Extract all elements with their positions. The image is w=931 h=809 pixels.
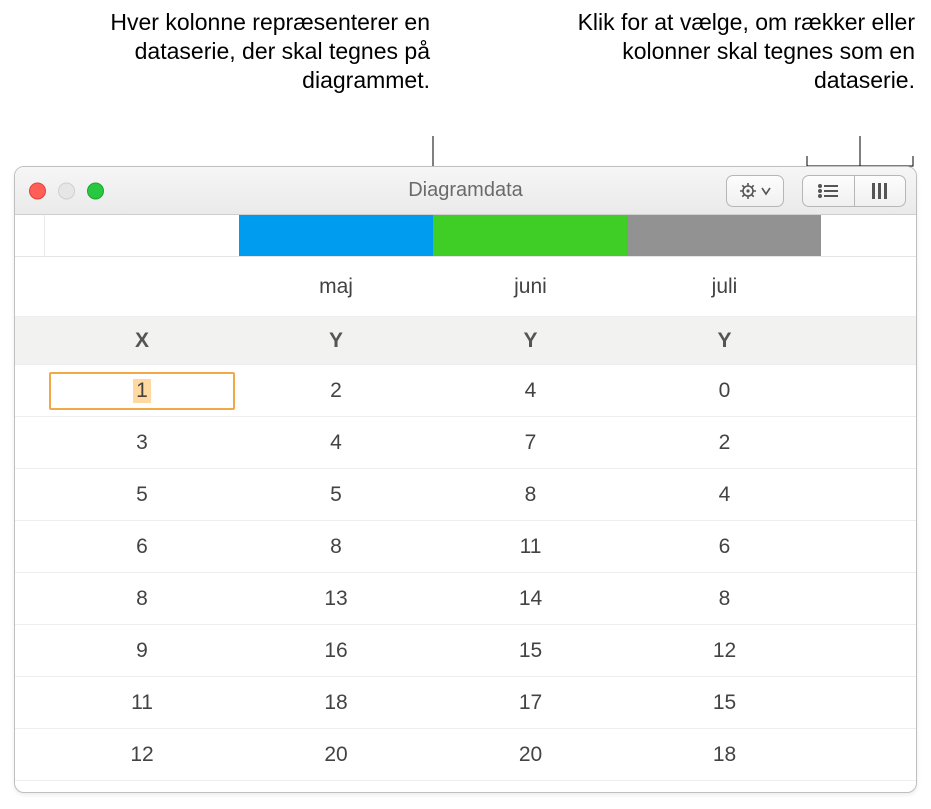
data-cell[interactable]: 12 bbox=[45, 743, 239, 767]
data-cell[interactable]: 4 bbox=[628, 483, 821, 507]
table-row: 11 18 17 15 bbox=[15, 677, 916, 729]
series-color-maj[interactable] bbox=[239, 215, 433, 256]
zoom-icon[interactable] bbox=[87, 182, 104, 199]
callout-row-col-toggle: Klik for at vælge, om rækker eller kolon… bbox=[535, 8, 915, 94]
data-rows: 1 2 4 0 3 4 7 2 5 5 8 4 6 8 11 bbox=[15, 365, 916, 792]
axis-header-row: X Y Y Y bbox=[15, 317, 916, 365]
window-titlebar: Diagramdata bbox=[15, 167, 916, 215]
data-cell[interactable]: 20 bbox=[433, 743, 628, 767]
data-cell[interactable]: 18 bbox=[239, 691, 433, 715]
table-row: 9 16 15 12 bbox=[15, 625, 916, 677]
data-cell[interactable]: 7 bbox=[433, 431, 628, 455]
plot-columns-button[interactable] bbox=[855, 176, 906, 206]
data-cell[interactable]: 2 bbox=[628, 431, 821, 455]
data-cell[interactable]: 18 bbox=[628, 743, 821, 767]
close-icon[interactable] bbox=[29, 182, 46, 199]
table-row: 3 4 7 2 bbox=[15, 417, 916, 469]
table-row: 6 8 11 6 bbox=[15, 521, 916, 573]
table-row: 12 20 20 18 bbox=[15, 729, 916, 781]
cols-icon bbox=[868, 181, 892, 201]
data-cell[interactable]: 6 bbox=[45, 535, 239, 559]
data-cell[interactable]: 8 bbox=[433, 483, 628, 507]
window-traffic-lights bbox=[29, 182, 104, 199]
data-cell[interactable]: 5 bbox=[45, 483, 239, 507]
data-cell[interactable]: 11 bbox=[45, 691, 239, 715]
data-cell[interactable]: 8 bbox=[628, 587, 821, 611]
data-cell[interactable]: 3 bbox=[45, 431, 239, 455]
window-title: Diagramdata bbox=[408, 179, 523, 202]
axis-header-cell: Y bbox=[628, 329, 821, 353]
data-cell[interactable]: 4 bbox=[433, 379, 628, 403]
series-color-juni[interactable] bbox=[433, 215, 628, 256]
data-cell[interactable]: 13 bbox=[239, 587, 433, 611]
rows-icon bbox=[816, 182, 840, 200]
data-cell[interactable]: 8 bbox=[239, 535, 433, 559]
series-color-juli[interactable] bbox=[628, 215, 821, 256]
data-cell[interactable]: 15 bbox=[433, 639, 628, 663]
axis-header-cell: X bbox=[45, 329, 239, 353]
callout-column-series: Hver kolonne repræsenterer en dataserie,… bbox=[60, 8, 430, 94]
chevron-down-icon bbox=[762, 188, 770, 194]
axis-header-cell: Y bbox=[433, 329, 628, 353]
data-cell[interactable]: 9 bbox=[45, 639, 239, 663]
data-cell[interactable]: 5 bbox=[239, 483, 433, 507]
data-cell[interactable]: 6 bbox=[628, 535, 821, 559]
data-cell[interactable]: 0 bbox=[628, 379, 821, 403]
minimize-icon[interactable] bbox=[58, 182, 75, 199]
data-cell[interactable]: 17 bbox=[433, 691, 628, 715]
series-name-cell[interactable]: juni bbox=[433, 275, 628, 299]
series-name-row: maj juni juli bbox=[15, 257, 916, 317]
series-orientation-segmented bbox=[802, 175, 906, 207]
axis-header-cell: Y bbox=[239, 329, 433, 353]
series-name-cell[interactable]: juli bbox=[628, 275, 821, 299]
data-cell[interactable]: 16 bbox=[239, 639, 433, 663]
data-cell[interactable]: 14 bbox=[433, 587, 628, 611]
data-cell[interactable]: 12 bbox=[628, 639, 821, 663]
data-cell[interactable]: 20 bbox=[239, 743, 433, 767]
plot-rows-button[interactable] bbox=[803, 176, 855, 206]
table-row: 5 5 8 4 bbox=[15, 469, 916, 521]
table-row: 8 13 14 8 bbox=[15, 573, 916, 625]
data-cell[interactable]: 8 bbox=[45, 587, 239, 611]
data-cell[interactable]: 15 bbox=[628, 691, 821, 715]
gear-icon bbox=[738, 182, 772, 200]
chart-data-window: Diagramdata bbox=[14, 166, 917, 793]
data-cell[interactable]: 2 bbox=[239, 379, 433, 403]
series-name-cell[interactable]: maj bbox=[239, 275, 433, 299]
table-row: 1 2 4 0 bbox=[15, 365, 916, 417]
data-cell[interactable]: 11 bbox=[433, 535, 628, 559]
data-cell-selected[interactable]: 1 bbox=[45, 372, 239, 410]
series-color-band bbox=[15, 215, 916, 257]
data-cell[interactable]: 4 bbox=[239, 431, 433, 455]
settings-popup-button[interactable] bbox=[726, 175, 784, 207]
